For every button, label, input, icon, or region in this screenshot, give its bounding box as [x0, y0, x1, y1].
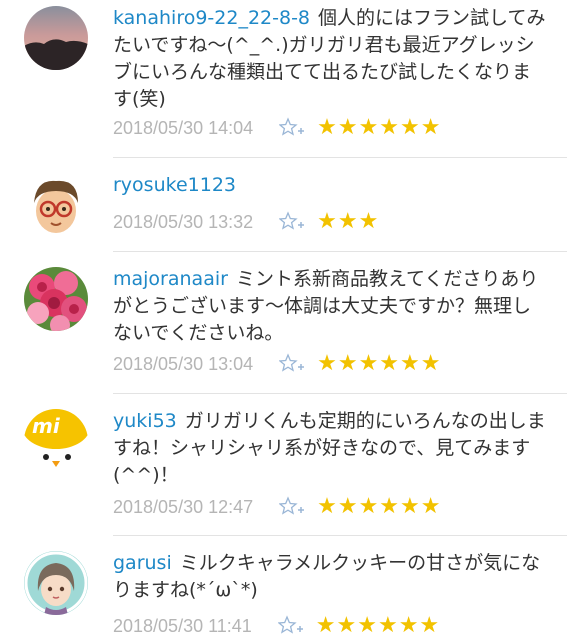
avatar[interactable] [24, 173, 88, 237]
comment-meta: 2018/05/30 12:47 ★★★★★★ [113, 493, 441, 521]
timestamp: 2018/05/30 12:47 [113, 496, 254, 517]
avatar[interactable]: mi [24, 409, 88, 473]
comment-text: ミルクキャラメルクッキーの甘さが気になりますね(*´ω`*) [113, 552, 541, 601]
timestamp: 2018/05/30 13:04 [113, 353, 254, 374]
star-plus-icon[interactable] [278, 211, 305, 233]
chick-avatar-image: mi [24, 409, 88, 473]
timestamp: 2018/05/30 14:04 [113, 117, 254, 138]
divider [113, 393, 567, 394]
comment-body: garusi ミルクキャラメルクッキーの甘さが気になりますね(*´ω`*) [113, 550, 547, 604]
divider [113, 535, 567, 536]
username-link[interactable]: ryosuke1123 [113, 174, 236, 196]
star-plus-icon[interactable] [278, 117, 305, 139]
anime-girl-avatar-image [24, 551, 88, 615]
comment-meta: 2018/05/30 13:32 ★★★ [113, 208, 379, 236]
username-link[interactable]: majoranaair [113, 268, 228, 290]
star-plus-icon[interactable] [278, 496, 305, 518]
username-link[interactable]: yuki53 [113, 410, 177, 432]
comment-body: kanahiro9-22_22-8-8 個人的にはフラン試してみたいですね〜(^_… [113, 5, 547, 113]
divider [113, 251, 567, 252]
comment-body: majoranaair ミント系新商品教えてくださりありがとうございます〜体調は大… [113, 266, 547, 347]
comment-body: ryosuke1123 [113, 172, 547, 199]
comment-text: ガリガリくんも定期的にいろんなの出しますね！シャリシャリ系が好きなので、見てみま… [113, 410, 546, 486]
timestamp: 2018/05/30 11:41 [113, 615, 252, 636]
username-link[interactable]: kanahiro9-22_22-8-8 [113, 7, 310, 29]
star-plus-icon[interactable] [278, 353, 305, 375]
glasses-avatar-image [24, 173, 88, 237]
star-plus-icon[interactable] [277, 615, 304, 637]
rating-stars: ★★★★★★ [317, 115, 442, 140]
timestamp: 2018/05/30 13:32 [113, 211, 254, 232]
username-link[interactable]: garusi [113, 552, 172, 574]
sunset-avatar-image [24, 6, 88, 70]
avatar[interactable] [24, 6, 88, 70]
avatar[interactable] [24, 551, 88, 615]
rating-stars: ★★★★★★ [317, 494, 442, 519]
svg-text:mi: mi [32, 414, 61, 438]
comment-meta: 2018/05/30 14:04 ★★★★★★ [113, 114, 441, 142]
comment-body: yuki53 ガリガリくんも定期的にいろんなの出しますね！シャリシャリ系が好きなの… [113, 408, 547, 489]
comment-meta: 2018/05/30 13:04 ★★★★★★ [113, 350, 441, 378]
avatar[interactable] [24, 267, 88, 331]
rating-stars: ★★★★★★ [317, 351, 442, 376]
divider [113, 157, 567, 158]
comment-meta: 2018/05/30 11:41 ★★★★★★ [113, 612, 440, 640]
rating-stars: ★★★★★★ [315, 613, 441, 638]
rating-stars: ★★★ [317, 209, 380, 234]
roses-avatar-image [24, 267, 88, 331]
